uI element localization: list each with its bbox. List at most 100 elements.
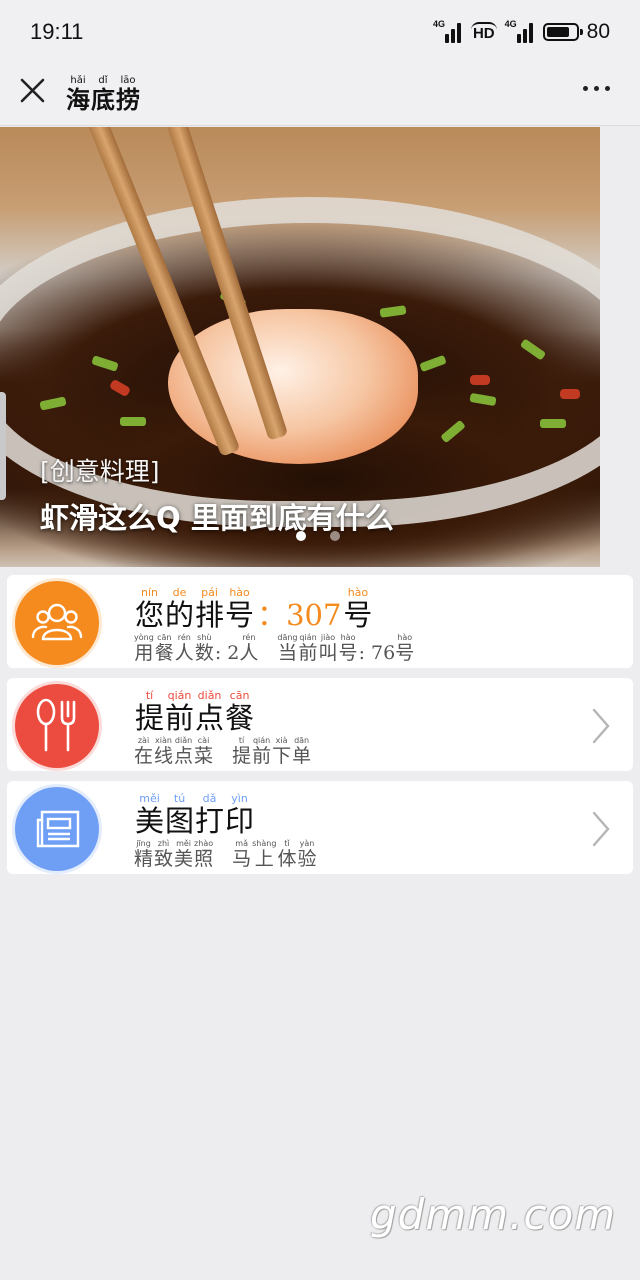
carousel-dot-active[interactable] bbox=[296, 531, 306, 541]
hanzi: 用 bbox=[134, 642, 154, 664]
pinyin: xiàn bbox=[155, 736, 172, 745]
hanzi: 下 bbox=[272, 745, 292, 767]
hanzi: 号 bbox=[343, 598, 373, 632]
hanzi: 人 bbox=[239, 642, 259, 664]
ruby-character: rén 人 bbox=[239, 633, 258, 664]
hanzi: 的 bbox=[165, 598, 195, 632]
hanzi: 当 bbox=[277, 642, 297, 664]
hanzi: 号 bbox=[225, 598, 255, 632]
ruby-character: zhì 致 bbox=[154, 839, 173, 870]
pinyin: yòng bbox=[134, 633, 154, 642]
pinyin: jiào bbox=[320, 633, 336, 642]
hanzi: 前 bbox=[252, 745, 272, 767]
hanzi: 您 bbox=[135, 598, 165, 632]
ruby-character: qián 前 bbox=[165, 690, 195, 735]
side-edge-handle[interactable] bbox=[0, 392, 6, 500]
ruby-character: lāo 捞 bbox=[116, 76, 140, 114]
hanzi: 底 bbox=[91, 85, 115, 114]
text-segment: ：307 bbox=[257, 598, 342, 632]
ruby-character: shàng 上 bbox=[252, 839, 276, 870]
pinyin: yàn bbox=[299, 839, 315, 848]
hanzi: 验 bbox=[297, 848, 317, 870]
card-queue-number[interactable]: nín 您 de 的 pái 排 hào 号：307 hào 号 yòng 用 cān 餐 rén 人 shù 数… bbox=[7, 575, 633, 668]
hanzi: 图 bbox=[165, 804, 195, 838]
hanzi: 号 bbox=[395, 642, 415, 664]
hanzi: 美 bbox=[135, 804, 165, 838]
close-button[interactable] bbox=[14, 72, 52, 110]
hanzi: 餐 bbox=[154, 642, 174, 664]
more-dot-icon bbox=[605, 86, 610, 91]
hanzi: 在 bbox=[134, 745, 154, 767]
ruby-character: yìn 印 bbox=[225, 793, 254, 838]
card-title: tí 提 qián 前 diǎn 点 cān 餐 bbox=[135, 690, 255, 735]
signal-4g-icon-2: 4G bbox=[505, 19, 535, 45]
pinyin: cān bbox=[157, 633, 172, 642]
promo-banner[interactable]: [创意料理] 虾滑这么Q 里面到底有什么 bbox=[0, 127, 600, 567]
card-subtitle: yòng 用 cān 餐 rén 人 shù 数: 2 rén 人 dāng 当 qián 前 jiào 叫 h… bbox=[134, 633, 415, 664]
hanzi: 前 bbox=[165, 701, 195, 735]
ruby-character: nín 您 bbox=[135, 587, 165, 632]
hanzi: 提 bbox=[232, 745, 252, 767]
hd-voice-icon: HD bbox=[470, 22, 497, 42]
people-icon bbox=[15, 581, 99, 665]
pinyin: zhì bbox=[157, 839, 170, 848]
ruby-character: xiàn 线 bbox=[154, 736, 173, 767]
ruby-character: pái 排 bbox=[195, 587, 224, 632]
hanzi: 点 bbox=[195, 701, 225, 735]
ruby-character: hǎi 海 bbox=[66, 76, 90, 114]
hanzi: 叫 bbox=[318, 642, 338, 664]
ruby-character: qián 前 bbox=[252, 736, 271, 767]
hanzi: 餐 bbox=[225, 701, 255, 735]
battery-icon bbox=[542, 23, 583, 41]
spoon-fork-icon bbox=[15, 684, 99, 768]
pinyin: shù bbox=[197, 633, 212, 642]
watermark: gdmm.com bbox=[370, 1190, 617, 1239]
ruby-character: rén 人 bbox=[175, 633, 194, 664]
ruby-character: měi 美 bbox=[174, 839, 193, 870]
pinyin: hào bbox=[340, 633, 356, 642]
ruby-character: hào 号 bbox=[395, 633, 414, 664]
pinyin: rén bbox=[242, 633, 256, 642]
carousel-dots[interactable] bbox=[296, 531, 340, 541]
card-pre-order[interactable]: tí 提 qián 前 diǎn 点 cān 餐 zài 在 xiàn 线 diǎn 点 cài 菜 tí 提 qi… bbox=[7, 678, 633, 771]
card-photo-print[interactable]: měi 美 tú 图 dǎ 打 yìn 印 jīng 精 zhì 致 měi 美 zhào 照 mǎ 马 shàng… bbox=[7, 781, 633, 874]
pinyin: měi bbox=[176, 839, 191, 848]
hanzi: 数 bbox=[194, 642, 214, 664]
ruby-character: zhào 照 bbox=[194, 839, 213, 870]
pinyin: zhào bbox=[194, 839, 214, 848]
status-bar: 19:11 4G HD 4G 80 bbox=[0, 0, 640, 64]
carousel-dot[interactable] bbox=[330, 531, 340, 541]
hanzi: 点 bbox=[174, 745, 194, 767]
hanzi: 号 bbox=[338, 642, 358, 664]
ruby-character: tí 提 bbox=[135, 690, 165, 735]
pinyin: tí bbox=[238, 736, 245, 745]
pinyin: hào bbox=[397, 633, 413, 642]
hanzi: 人 bbox=[174, 642, 194, 664]
hanzi: 上 bbox=[254, 848, 274, 870]
banner-gutter bbox=[600, 127, 640, 567]
ruby-character: diǎn 点 bbox=[174, 736, 193, 767]
ruby-character: dǐ 底 bbox=[91, 76, 115, 114]
hanzi: 提 bbox=[135, 701, 165, 735]
photo-print-icon bbox=[15, 787, 99, 871]
ruby-character: měi 美 bbox=[135, 793, 165, 838]
hanzi: 线 bbox=[154, 745, 174, 767]
pinyin: jīng bbox=[136, 839, 151, 848]
pinyin: zài bbox=[137, 736, 150, 745]
ruby-character: tí 提 bbox=[232, 736, 251, 767]
hanzi: 照 bbox=[194, 848, 214, 870]
ruby-character: jiào 叫 bbox=[319, 633, 338, 664]
more-options-button[interactable] bbox=[583, 86, 610, 91]
ruby-character: hào 号 bbox=[339, 633, 358, 664]
pinyin: diǎn bbox=[174, 736, 193, 745]
ruby-character: dān 单 bbox=[292, 736, 311, 767]
banner-tag: [创意料理] bbox=[40, 457, 160, 486]
ruby-character: tǐ 体 bbox=[277, 839, 296, 870]
close-icon bbox=[20, 78, 45, 103]
hanzi: 海 bbox=[66, 85, 90, 114]
hanzi: 前 bbox=[298, 642, 318, 664]
status-time: 19:11 bbox=[30, 19, 84, 44]
card-subtitle: zài 在 xiàn 线 diǎn 点 cài 菜 tí 提 qián 前 xià 下 dān 单 bbox=[134, 736, 312, 767]
hanzi: 单 bbox=[292, 745, 312, 767]
